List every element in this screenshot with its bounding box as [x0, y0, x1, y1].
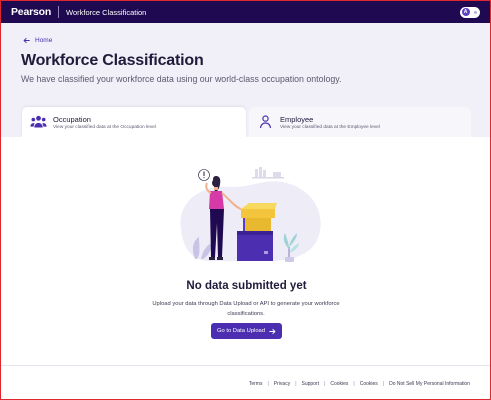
- toggle-dot: [474, 10, 477, 14]
- tab-occupation[interactable]: Occupation View your classified data at …: [22, 107, 246, 137]
- footer-link-support[interactable]: Support: [302, 381, 320, 387]
- page-subtitle: We have classified your workforce data u…: [21, 74, 342, 84]
- brand-divider: [58, 6, 60, 18]
- person-with-boxes-illustration: [180, 167, 321, 262]
- footer-links: Terms | Privacy | Support | Cookies | Co…: [249, 381, 470, 387]
- empty-state-title: No data submitted yet: [186, 280, 307, 292]
- footer-divider: [1, 365, 490, 366]
- empty-state-description: Upload your data through Data Upload or …: [152, 301, 340, 317]
- footer-separator: |: [324, 381, 326, 387]
- pearson-logo[interactable]: Pearson: [11, 6, 51, 18]
- back-home-link[interactable]: Home: [23, 37, 52, 44]
- cta-label: Go to Data Upload: [216, 328, 265, 334]
- footer-separator: |: [267, 381, 269, 387]
- back-home-label: Home: [35, 37, 53, 44]
- footer-link-cookies-settings[interactable]: Cookies: [360, 381, 378, 387]
- top-navbar: Pearson Workforce Classification A: [1, 1, 490, 23]
- footer-separator: |: [295, 381, 297, 387]
- footer-link-do-not-sell[interactable]: Do Not Sell My Personal Information: [389, 381, 470, 387]
- person-icon: [257, 115, 274, 129]
- app-frame: Pearson Workforce Classification A Home …: [0, 0, 491, 400]
- tab-occupation-title: Occupation: [53, 114, 91, 124]
- footer-separator: |: [382, 381, 385, 387]
- go-to-data-upload-button[interactable]: Go to Data Upload: [211, 323, 282, 339]
- footer-separator: |: [353, 381, 355, 387]
- tab-employee-description: View your classified data at the Employe…: [280, 124, 380, 130]
- tab-employee[interactable]: Employee View your classified data at th…: [249, 107, 471, 137]
- toggle-knob: A: [461, 8, 470, 16]
- app-title: Workforce Classification: [66, 7, 147, 17]
- arrow-right-icon: [269, 328, 276, 334]
- people-icon: [30, 115, 47, 129]
- footer-link-privacy[interactable]: Privacy: [274, 381, 290, 387]
- theme-toggle[interactable]: A: [460, 6, 480, 18]
- tab-occupation-description: View your classified data at the Occupat…: [53, 124, 156, 130]
- arrow-left-icon: [23, 37, 30, 44]
- page-title: Workforce Classification: [21, 52, 204, 69]
- tab-employee-title: Employee: [280, 114, 314, 124]
- footer-link-cookies[interactable]: Cookies: [330, 381, 348, 387]
- footer-link-terms[interactable]: Terms: [249, 381, 263, 387]
